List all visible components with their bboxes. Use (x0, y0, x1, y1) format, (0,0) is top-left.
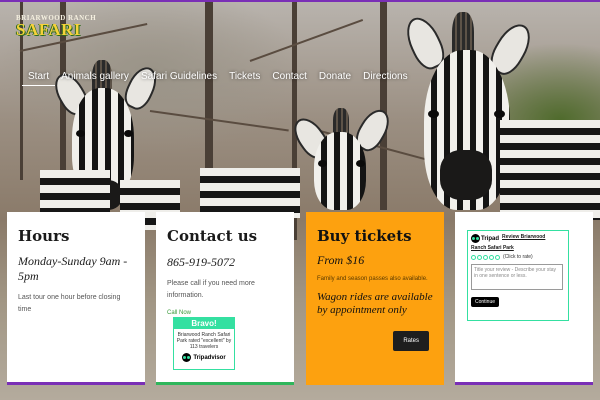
rating-bubble-2[interactable] (477, 254, 482, 260)
nav-item-contact[interactable]: Contact (266, 71, 312, 86)
tickets-card: Buy tickets From $16 Family and season p… (306, 212, 444, 385)
hours-title: Hours (18, 227, 70, 245)
rates-button[interactable]: Rates (393, 331, 429, 351)
rating-hint: (Click to rate) (503, 254, 533, 260)
site-logo[interactable]: BRIARWOOD RANCH SAFARI (16, 14, 96, 39)
hours-note: Last tour one hour before closing time (18, 294, 121, 313)
rating-bubbles: (Click to rate) (471, 254, 565, 260)
nav-item-tickets[interactable]: Tickets (223, 71, 266, 86)
tripadvisor-logo: Tripad (471, 234, 499, 243)
contact-card: Contact us 865-919-5072 Please call if y… (156, 212, 294, 385)
hours-days: Monday-Sunday 9am - 5pm (18, 254, 128, 283)
review-park-name-link[interactable]: Ranch Safari Park (471, 245, 565, 251)
contact-card-accent-bar (156, 382, 294, 385)
tickets-note: Family and season passes also available. (317, 276, 428, 282)
bravo-heading: Bravo! (174, 318, 234, 329)
tickets-title: Buy tickets (317, 227, 412, 245)
call-now-link[interactable]: Call Now (167, 310, 283, 316)
review-card: Tripad Review Briarwood Ranch Safari Par… (455, 212, 593, 385)
nav-item-safari-guidelines[interactable]: Safari Guidelines (135, 71, 223, 86)
contact-title: Contact us (167, 227, 258, 245)
tripadvisor-review-widget: Tripad Review Briarwood Ranch Safari Par… (467, 230, 569, 321)
nav-item-animals-gallery[interactable]: Animals gallery (55, 71, 135, 86)
rating-bubble-3[interactable] (483, 254, 488, 260)
tripadvisor-owl-icon (471, 234, 480, 243)
wagon-rides-text: Wagon rides are available by appointment… (317, 291, 433, 316)
tripadvisor-owl-icon (182, 353, 192, 362)
review-title-link[interactable]: Review Briarwood (502, 234, 545, 240)
rating-bubble-5[interactable] (495, 254, 500, 260)
review-card-accent-bar (455, 382, 593, 385)
main-navigation: Start Animals gallery Safari Guidelines … (22, 71, 414, 86)
rating-bubble-1[interactable] (471, 254, 476, 260)
continue-button[interactable]: Continue (471, 297, 500, 307)
review-title-textarea[interactable]: Title your review - Describe your stay i… (471, 264, 563, 290)
top-accent-line (0, 0, 600, 2)
bravo-rating-text: Briarwood Ranch Safari Park rated "excel… (176, 332, 232, 350)
tripadvisor-wordmark: Tripadvisor (193, 354, 226, 361)
tripadvisor-bravo-badge[interactable]: Bravo! Briarwood Ranch Safari Park rated… (173, 317, 235, 370)
tripadvisor-brand-text: Tripad (481, 235, 500, 242)
contact-phone[interactable]: 865-919-5072 (167, 255, 283, 270)
tickets-price: From $16 (317, 253, 365, 267)
nav-item-donate[interactable]: Donate (313, 71, 357, 86)
nav-item-directions[interactable]: Directions (357, 71, 413, 86)
logo-title: SAFARI (16, 20, 82, 39)
nav-item-start[interactable]: Start (22, 71, 56, 86)
hours-card-accent-bar (7, 382, 145, 385)
hours-card: Hours Monday-Sunday 9am - 5pm Last tour … (7, 212, 145, 385)
contact-note: Please call if you need more information… (167, 280, 255, 299)
rating-bubble-4[interactable] (489, 254, 494, 260)
